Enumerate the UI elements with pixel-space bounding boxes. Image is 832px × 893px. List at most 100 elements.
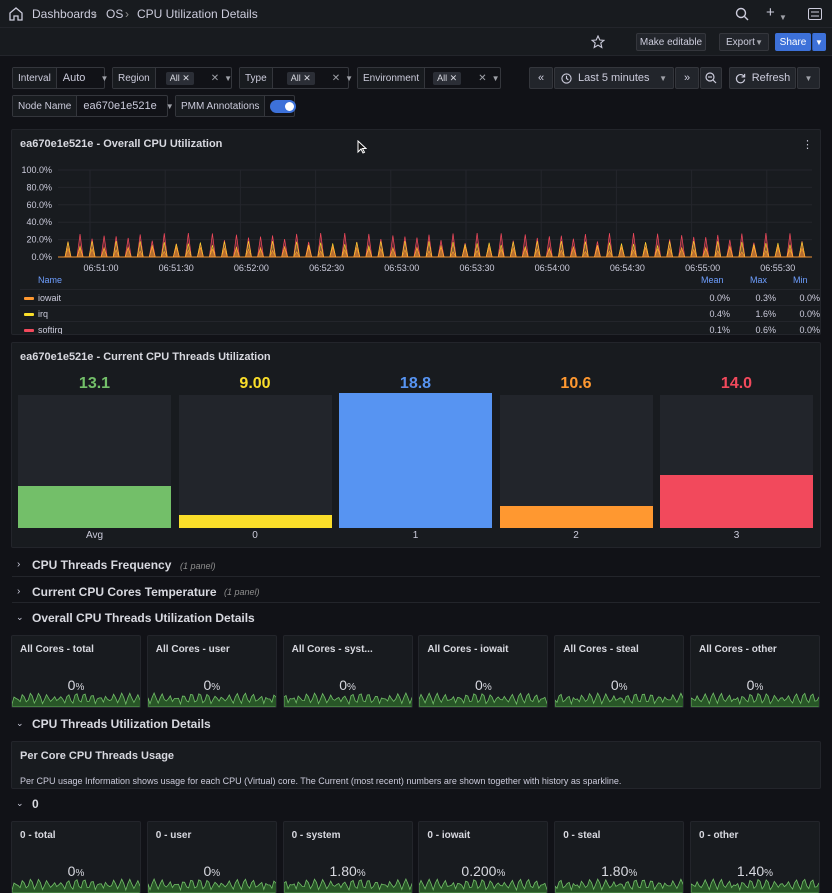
bar-3[interactable] <box>660 475 813 528</box>
row-overall-threads-details[interactable]: Overall CPU Threads Utilization Details <box>32 611 255 625</box>
chevron-down-icon[interactable]: ▼ <box>779 9 787 23</box>
stat-title: All Cores - total <box>20 644 94 655</box>
zoom-out-button[interactable] <box>700 67 722 89</box>
row-cpu-threads-frequency[interactable]: CPU Threads Frequency <box>32 558 171 572</box>
sparkline-area <box>12 878 140 893</box>
x-tick-label: 06:51:30 <box>159 263 194 273</box>
environment-variable[interactable]: Environment All ✕ ✕ ▼ <box>357 67 501 89</box>
bar-2[interactable] <box>499 506 653 528</box>
bar-Avg[interactable] <box>18 485 171 528</box>
make-editable-button[interactable]: Make editable <box>636 33 706 51</box>
series-iowait-area <box>58 245 812 258</box>
clear-icon[interactable]: ✕ <box>211 73 219 84</box>
interval-variable[interactable]: Interval Auto ▼ <box>12 67 109 89</box>
row-threads-utilization-details[interactable]: CPU Threads Utilization Details <box>32 717 211 731</box>
all-cores-stat-panel[interactable]: All Cores - total 0% <box>11 635 141 708</box>
core0-stat-panel[interactable]: 0 - other 1.40% <box>690 821 820 893</box>
legend-min-header[interactable]: Min <box>793 275 808 285</box>
type-variable[interactable]: Type All ✕ ✕ ▼ <box>239 67 353 89</box>
time-shift-back-button[interactable]: « <box>529 67 553 89</box>
row-core-0[interactable]: 0 <box>32 797 39 811</box>
chevron-down-icon: ▼ <box>100 73 109 83</box>
stat-title: All Cores - other <box>699 644 777 655</box>
sparkline-area <box>283 692 412 707</box>
home-icon[interactable] <box>8 6 24 22</box>
stat-title: All Cores - iowait <box>427 644 509 655</box>
panel-menu-icon[interactable]: ⋮ <box>802 138 813 151</box>
stat-title: 0 - iowait <box>427 830 471 841</box>
core0-stat-panel[interactable]: 0 - iowait 0.200% <box>418 821 549 893</box>
star-icon[interactable] <box>591 35 605 49</box>
stat-title: All Cores - user <box>155 644 230 655</box>
time-range-picker[interactable]: Last 5 minutes ▼ <box>554 67 674 89</box>
sparkline-area <box>555 692 684 707</box>
legend-name-header[interactable]: Name <box>38 275 62 285</box>
breadcrumb-os[interactable]: OS <box>106 7 123 21</box>
legend-max-header[interactable]: Max <box>750 275 767 285</box>
bar-1[interactable] <box>339 393 492 528</box>
share-dropdown-button[interactable]: ▼ <box>812 33 826 51</box>
chevron-down-icon: ▼ <box>165 101 174 111</box>
zoom-out-icon <box>705 72 717 84</box>
x-tick-label: 06:53:00 <box>384 263 419 273</box>
x-tick-label: 06:52:30 <box>309 263 344 273</box>
chevron-down-icon: ▼ <box>815 37 823 47</box>
all-cores-stat-panel[interactable]: All Cores - steal 0% <box>554 635 685 708</box>
sparkline <box>147 877 276 893</box>
chevron-down-icon[interactable]: ⌄ <box>16 718 24 729</box>
all-cores-stat-panel[interactable]: All Cores - iowait 0% <box>418 635 549 708</box>
chevron-down-icon: ▼ <box>804 73 813 83</box>
stat-title: 0 - system <box>291 830 341 841</box>
clear-icon[interactable]: ✕ <box>478 73 486 84</box>
all-cores-stat-panel[interactable]: All Cores - syst... 0% <box>282 635 413 708</box>
chevron-right-icon[interactable]: › <box>17 559 20 570</box>
bar-0[interactable] <box>178 515 332 528</box>
overall-cpu-chart[interactable]: 100.0% 80.0% 60.0% 40.0% 20.0% 0.0% 06:51:00 06… <box>12 160 821 275</box>
area-chart-svg[interactable]: 100.0% 80.0% 60.0% 40.0% 20.0% 0.0% 06:51:00 06… <box>12 160 821 275</box>
legend-max-value: 1.6% <box>755 309 776 319</box>
chevron-down-icon: ▼ <box>224 73 233 83</box>
plus-icon[interactable]: + <box>766 4 775 21</box>
pmm-annotations-toggle[interactable] <box>270 99 297 113</box>
breadcrumb-dashboards[interactable]: Dashboards <box>32 7 97 21</box>
row-cpu-cores-temperature[interactable]: Current CPU Cores Temperature <box>32 585 217 599</box>
x-tick-label: 06:52:00 <box>234 263 269 273</box>
legend-mean-header[interactable]: Mean <box>701 275 724 285</box>
refresh-interval-dropdown[interactable]: ▼ <box>797 67 820 89</box>
keyboard-icon[interactable] <box>808 8 822 20</box>
core0-stat-panel[interactable]: 0 - steal 1.80% <box>554 821 685 893</box>
search-icon[interactable] <box>735 7 749 21</box>
chevron-down-icon[interactable]: ⌄ <box>16 612 24 623</box>
sparkline <box>419 878 548 893</box>
refresh-button[interactable]: Refresh <box>729 67 796 89</box>
y-tick-label: 60.0% <box>26 200 52 210</box>
all-cores-stat-panel[interactable]: All Cores - other 0% <box>690 635 820 708</box>
core0-stat-panel[interactable]: 0 - user 0% <box>146 821 277 893</box>
sparkline-area <box>691 878 819 893</box>
export-button[interactable]: Export ▼ <box>719 33 769 51</box>
node-name-variable[interactable]: Node Name ea670e1e521e ▼ <box>12 95 174 117</box>
region-variable[interactable]: Region All ✕ ✕ ▼ <box>112 67 232 89</box>
sparkline <box>691 692 819 707</box>
node-name-value: ea670e1e521e <box>83 100 157 112</box>
chevron-right-icon[interactable]: › <box>17 586 20 597</box>
clear-icon[interactable]: ✕ <box>332 73 340 84</box>
legend-min-value: 0.0% <box>799 309 820 319</box>
legend-row-softirq[interactable]: softirq 0.1% 0.6% 0.0% <box>20 321 820 334</box>
time-shift-forward-button[interactable]: » <box>675 67 699 89</box>
core0-stat-panel[interactable]: 0 - system 1.80% <box>282 821 413 893</box>
pmm-annotations-variable: PMM Annotations <box>175 95 297 117</box>
legend-series-name: irq <box>38 309 49 319</box>
bar-value-label: 13.1 <box>78 375 111 392</box>
chevron-down-icon[interactable]: ⌄ <box>16 798 24 809</box>
all-cores-stat-panel[interactable]: All Cores - user 0% <box>146 635 277 708</box>
overall-cpu-panel: ea670e1e521e - Overall CPU Utilization ⋮… <box>11 129 821 335</box>
legend-mean-value: 0.4% <box>709 309 730 319</box>
sparkline <box>555 692 684 707</box>
legend-row-iowait[interactable]: iowait 0.0% 0.3% 0.0% <box>20 289 820 305</box>
share-button[interactable]: Share <box>775 33 811 51</box>
legend-row-irq[interactable]: irq 0.4% 1.6% 0.0% <box>20 305 820 321</box>
core0-stat-panel[interactable]: 0 - total 0% <box>11 821 141 893</box>
stat-title: 0 - steal <box>563 830 601 841</box>
region-label: Region <box>113 68 156 88</box>
